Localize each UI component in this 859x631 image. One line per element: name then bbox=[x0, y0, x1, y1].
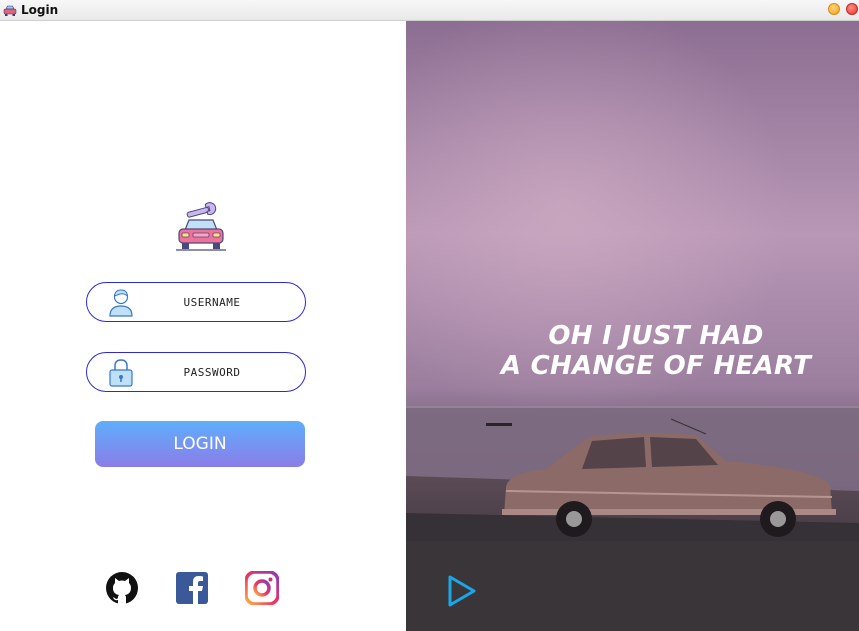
play-icon[interactable] bbox=[446, 573, 478, 609]
minimize-button[interactable] bbox=[828, 3, 840, 15]
instagram-icon[interactable] bbox=[245, 571, 279, 605]
window-title: Login bbox=[21, 3, 59, 17]
car-icon bbox=[3, 5, 17, 16]
hero-tagline: OH I JUST HAD A CHANGE OF HEART bbox=[406, 321, 859, 381]
password-input[interactable] bbox=[147, 360, 277, 384]
tagline-line-2: A CHANGE OF HEART bbox=[500, 351, 812, 381]
login-button[interactable]: LOGIN bbox=[95, 421, 305, 467]
login-window: Login USERNAME LOGIN OH I JUST HAD A CHA… bbox=[0, 0, 859, 631]
title-bar: Login bbox=[0, 0, 859, 21]
github-icon[interactable] bbox=[105, 571, 139, 605]
username-field[interactable] bbox=[86, 282, 306, 322]
lock-icon bbox=[109, 359, 133, 387]
close-button[interactable] bbox=[846, 3, 858, 15]
user-icon bbox=[109, 289, 133, 317]
password-field[interactable] bbox=[86, 352, 306, 392]
car-repair-logo bbox=[176, 202, 226, 251]
tagline-line-1: OH I JUST HAD bbox=[548, 321, 764, 351]
facebook-icon[interactable] bbox=[175, 571, 209, 605]
hero-panel: OH I JUST HAD A CHANGE OF HEART bbox=[406, 21, 859, 631]
username-input[interactable] bbox=[147, 290, 277, 314]
login-panel: LOGIN bbox=[0, 21, 406, 631]
